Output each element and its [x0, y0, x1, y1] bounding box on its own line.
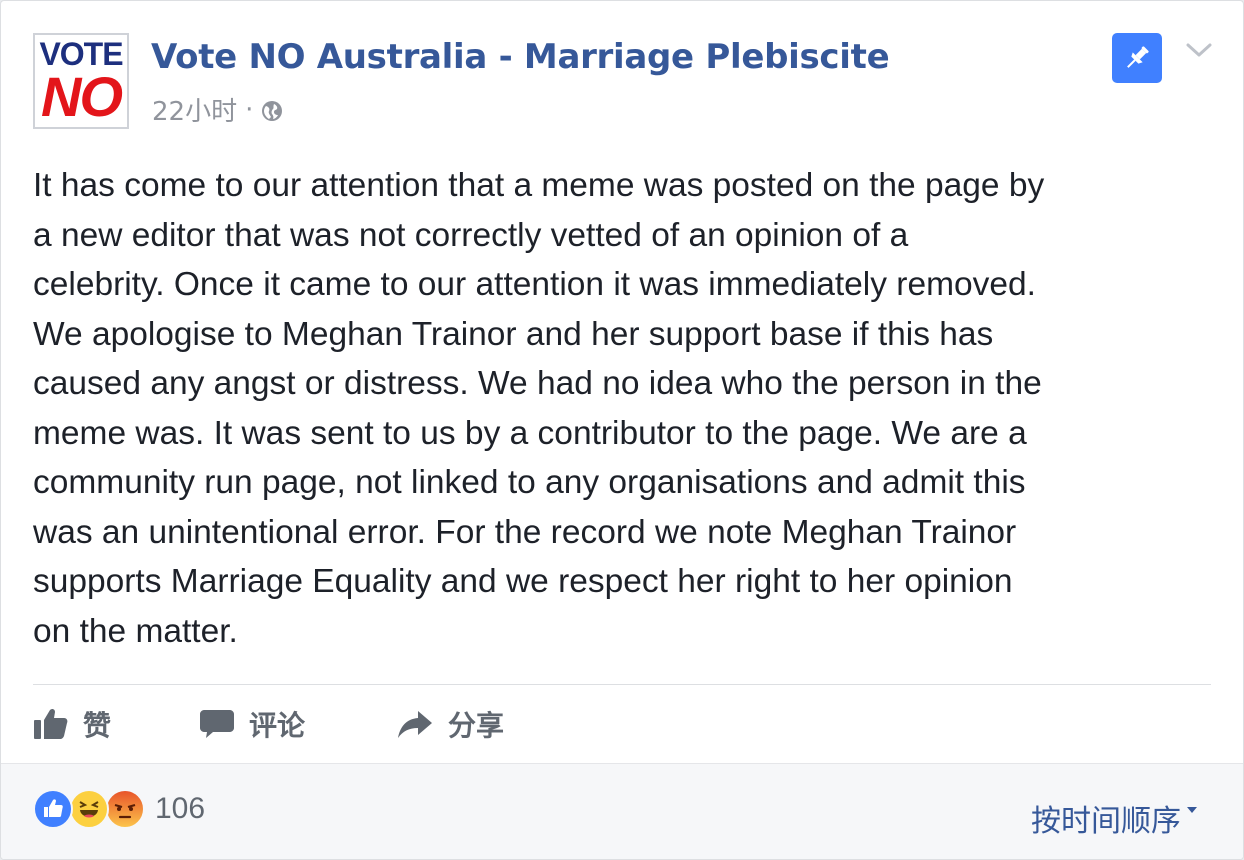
post-meta: 22小时 · [152, 91, 283, 128]
meta-separator: · [245, 94, 254, 125]
pin-post-button[interactable] [1112, 33, 1162, 83]
post-timestamp[interactable]: 22小时 [152, 91, 237, 128]
sort-label: 按时间顺序 [1031, 804, 1181, 839]
post-body-text: It has come to our attention that a meme… [33, 167, 1045, 650]
reactions-footer: 106 按时间顺序 [1, 763, 1243, 859]
like-reaction-icon [33, 789, 73, 829]
comment-button[interactable]: 评论 [199, 701, 305, 747]
page-name-link[interactable]: Vote NO Australia - Marriage Plebiscite [151, 37, 890, 77]
comment-sort-dropdown[interactable]: 按时间顺序 [1031, 796, 1197, 840]
share-arrow-icon [398, 711, 432, 738]
pin-icon [1127, 46, 1149, 68]
like-label: 赞 [83, 709, 112, 742]
page-avatar[interactable]: VOTE NO [33, 33, 129, 129]
globe-icon[interactable] [261, 99, 283, 121]
share-label: 分享 [448, 709, 505, 742]
comment-bubble-icon [200, 710, 234, 738]
angry-reaction-icon [105, 789, 145, 829]
haha-reaction-icon [69, 789, 109, 829]
reactions-summary[interactable]: 106 [33, 788, 205, 830]
caret-down-icon [1187, 807, 1197, 813]
thumbs-up-icon [34, 708, 68, 739]
post-card: VOTE NO Vote NO Australia - Marriage Ple… [0, 0, 1244, 860]
comment-label: 评论 [249, 709, 306, 742]
share-button[interactable]: 分享 [396, 701, 504, 747]
like-button[interactable]: 赞 [33, 701, 111, 747]
divider [33, 684, 1211, 685]
chevron-down-icon[interactable] [1185, 39, 1213, 61]
reaction-count: 106 [155, 792, 206, 825]
avatar-logo-no: NO [41, 65, 123, 128]
